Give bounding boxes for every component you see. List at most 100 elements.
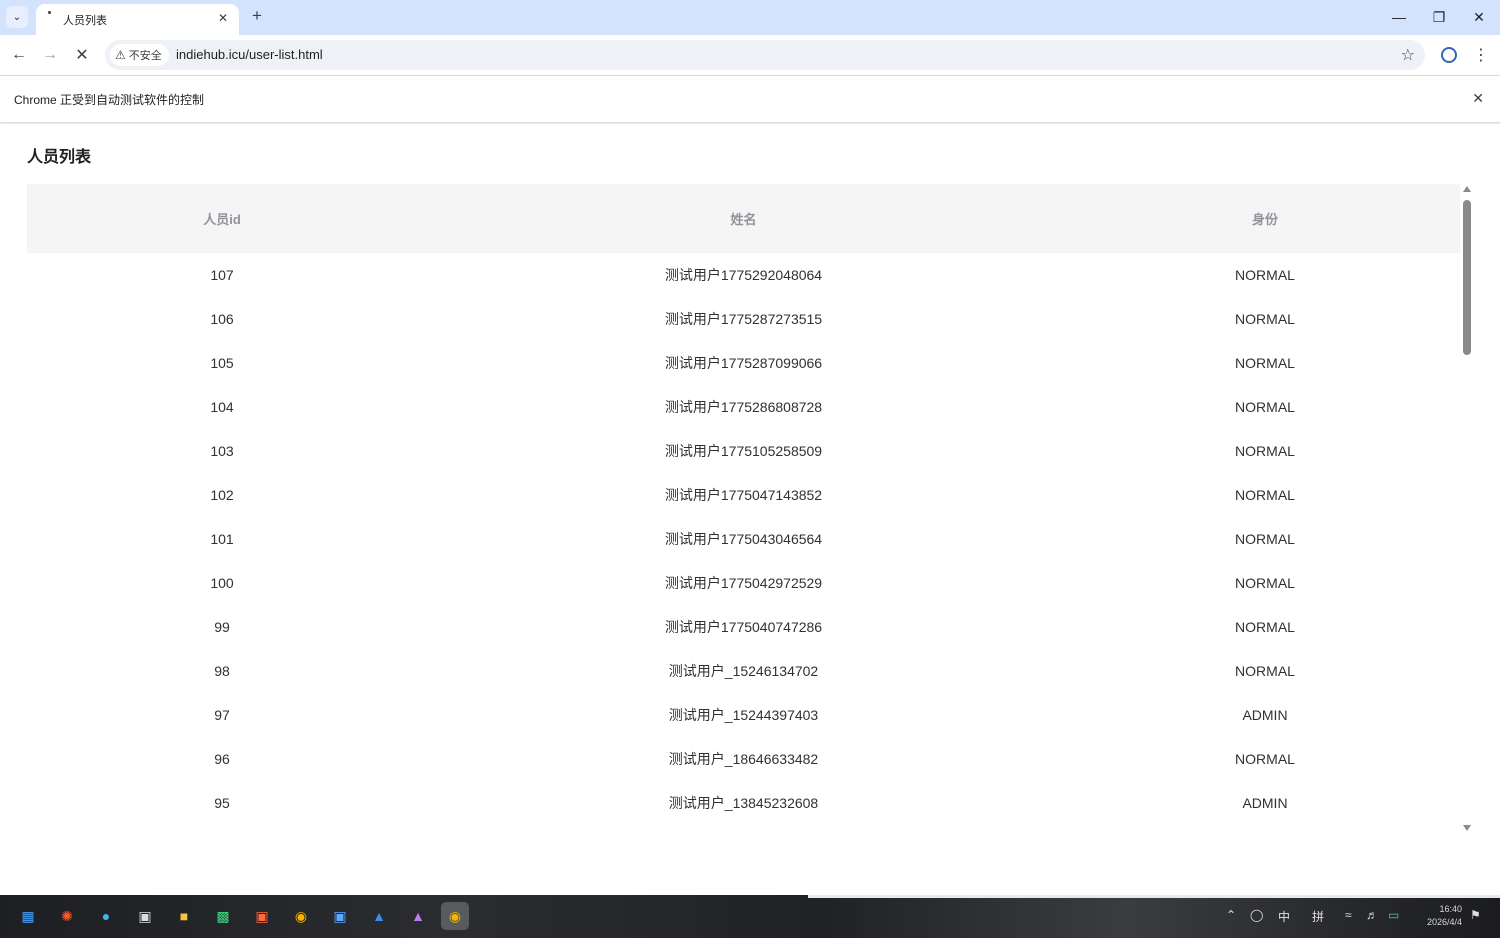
cell-role: NORMAL <box>1235 311 1295 327</box>
column-header-name: 姓名 <box>730 212 757 227</box>
cell-role: ADMIN <box>1242 795 1288 811</box>
address-bar[interactable]: ⚠ 不安全 indiehub.icu/user-list.html ☆ <box>105 40 1425 70</box>
table-header: 人员id 姓名 身份 <box>27 184 1460 253</box>
user-table: 人员id 姓名 身份 107 测试用户1775292048064 NORMAL … <box>27 184 1460 834</box>
table-row: 101 测试用户1775043046564 NORMAL <box>27 517 1460 561</box>
cell-id: 100 <box>210 575 234 591</box>
cell-name: 测试用户_15246134702 <box>668 663 819 679</box>
table-row: 96 测试用户_18646633482 NORMAL <box>27 737 1460 781</box>
volume-muted-icon[interactable]: ♬ <box>1366 908 1378 922</box>
cell-role: NORMAL <box>1235 487 1295 503</box>
windows-taskbar: ▦ ✺ ● ▣ ■ ▩ ▣ ◉ ▣ ▲ ▲ ◉ ⌃ ◯ 中 拼 ≈ ♬ ▭ 16… <box>0 895 1500 938</box>
clock-date: 2026/4/4 <box>1426 917 1462 927</box>
cell-id: 106 <box>210 311 234 327</box>
scrollbar-thumb[interactable] <box>1463 200 1471 355</box>
star-icon[interactable]: ☆ <box>1401 45 1415 65</box>
cube-app-icon[interactable]: ▣ <box>131 902 159 930</box>
chrome-active-icon[interactable]: ◉ <box>441 902 469 930</box>
profile-icon <box>1441 47 1457 63</box>
cell-id: 99 <box>214 619 230 635</box>
arrow-right-icon[interactable]: → <box>40 45 60 65</box>
chevron-down-icon: ⌄ <box>12 11 22 23</box>
cell-id: 107 <box>210 267 234 283</box>
loading-indicator-icon <box>48 11 51 14</box>
table-row: 105 测试用户1775287099066 NORMAL <box>27 341 1460 385</box>
chrome-icon[interactable]: ◉ <box>287 902 315 930</box>
jetbrains-app-icon[interactable]: ▣ <box>326 902 354 930</box>
cell-id: 103 <box>210 443 234 459</box>
cell-id: 104 <box>210 399 234 415</box>
windows-start-icon[interactable]: ▦ <box>14 902 42 930</box>
security-chip[interactable]: ⚠ 不安全 <box>110 44 169 66</box>
table-body: 107 测试用户1775292048064 NORMAL 106 测试用户177… <box>27 253 1460 825</box>
wifi-icon[interactable]: ≈ <box>1345 908 1352 922</box>
cell-name: 测试用户1775286808728 <box>664 399 823 415</box>
cell-name: 测试用户1775292048064 <box>664 267 823 283</box>
file-explorer-icon[interactable]: ■ <box>170 902 198 930</box>
column-header-role: 身份 <box>1251 212 1278 227</box>
stop-loading-icon[interactable]: ✕ <box>72 45 92 65</box>
tab-search-button[interactable]: ⌄ <box>6 6 28 28</box>
table-row: 98 测试用户_15246134702 NORMAL <box>27 649 1460 693</box>
cell-role: NORMAL <box>1235 399 1295 415</box>
close-icon[interactable]: ✕ <box>1472 90 1484 107</box>
window-close-icon[interactable]: ✕ <box>1467 6 1491 28</box>
table-row: 107 测试用户1775292048064 NORMAL <box>27 253 1460 297</box>
edge-browser-icon[interactable]: ● <box>92 902 120 930</box>
warning-triangle-icon: ⚠ <box>115 48 126 62</box>
active-tab[interactable]: 人员列表 ✕ <box>36 4 239 35</box>
cell-name: 测试用户1775042972529 <box>664 575 823 591</box>
microphone-icon[interactable]: ◯ <box>1250 908 1263 922</box>
close-icon[interactable]: ✕ <box>215 10 231 26</box>
tab-strip: ⌄ 人员列表 ✕ + — ❐ ✕ <box>0 0 1500 35</box>
table-row: 106 测试用户1775287273515 NORMAL <box>27 297 1460 341</box>
plus-icon[interactable]: + <box>248 6 266 25</box>
table-row: 100 测试用户1775042972529 NORMAL <box>27 561 1460 605</box>
ime-mode[interactable]: 中 <box>1278 908 1290 925</box>
page-title: 人员列表 <box>27 149 92 166</box>
table-row: 95 测试用户_13845232608 ADMIN <box>27 781 1460 825</box>
automation-infobar: Chrome 正受到自动测试软件的控制 ✕ <box>0 76 1500 123</box>
security-label: 不安全 <box>128 50 162 62</box>
url-text[interactable]: indiehub.icu/user-list.html <box>176 47 323 62</box>
cell-id: 97 <box>214 707 230 723</box>
clock-time: 16:40 <box>1439 904 1462 914</box>
cell-name: 测试用户1775105258509 <box>664 443 823 459</box>
scroll-down-arrow-icon[interactable] <box>1463 825 1471 831</box>
arrow-left-icon[interactable]: ← <box>9 45 29 65</box>
minimize-icon[interactable]: — <box>1387 6 1411 28</box>
notification-bell-icon[interactable]: ⚑ <box>1470 908 1481 922</box>
kebab-menu-icon[interactable]: ⋮ <box>1471 45 1491 65</box>
cell-id: 95 <box>214 795 230 811</box>
table-row: 99 测试用户1775040747286 NORMAL <box>27 605 1460 649</box>
battery-icon[interactable]: ▭ <box>1388 908 1399 922</box>
cell-id: 105 <box>210 355 234 371</box>
table-row: 103 测试用户1775105258509 NORMAL <box>27 429 1460 473</box>
column-header-id: 人员id <box>203 212 241 227</box>
scroll-up-arrow-icon[interactable] <box>1463 186 1471 192</box>
cell-role: NORMAL <box>1235 663 1295 679</box>
restore-icon[interactable]: ❐ <box>1427 6 1451 28</box>
ime-layout[interactable]: 拼 <box>1312 908 1324 925</box>
cell-role: ADMIN <box>1242 707 1288 723</box>
cell-id: 102 <box>210 487 234 503</box>
profile-button[interactable] <box>1439 45 1459 65</box>
terminal-app-icon[interactable]: ▩ <box>209 902 237 930</box>
chevron-up-icon[interactable]: ⌃ <box>1226 908 1236 922</box>
photos-app-icon[interactable]: ▲ <box>365 902 393 930</box>
system-clock[interactable]: 16:40 2026/4/4 <box>1418 903 1462 929</box>
table-scrollbar[interactable] <box>1460 184 1474 834</box>
cell-role: NORMAL <box>1235 267 1295 283</box>
cell-role: NORMAL <box>1235 575 1295 591</box>
cell-role: NORMAL <box>1235 355 1295 371</box>
cell-role: NORMAL <box>1235 443 1295 459</box>
table-row: 97 测试用户_15244397403 ADMIN <box>27 693 1460 737</box>
automation-notice: Chrome 正受到自动测试软件的控制 <box>14 93 205 107</box>
browser-toolbar: ← → ✕ ⚠ 不安全 indiehub.icu/user-list.html … <box>0 35 1500 76</box>
table-row: 104 测试用户1775286808728 NORMAL <box>27 385 1460 429</box>
cell-id: 101 <box>210 531 234 547</box>
ai-app-icon[interactable]: ▲ <box>404 902 432 930</box>
cell-name: 测试用户1775047143852 <box>664 487 823 503</box>
claude-app-icon[interactable]: ✺ <box>53 902 81 930</box>
intellij-icon[interactable]: ▣ <box>248 902 276 930</box>
